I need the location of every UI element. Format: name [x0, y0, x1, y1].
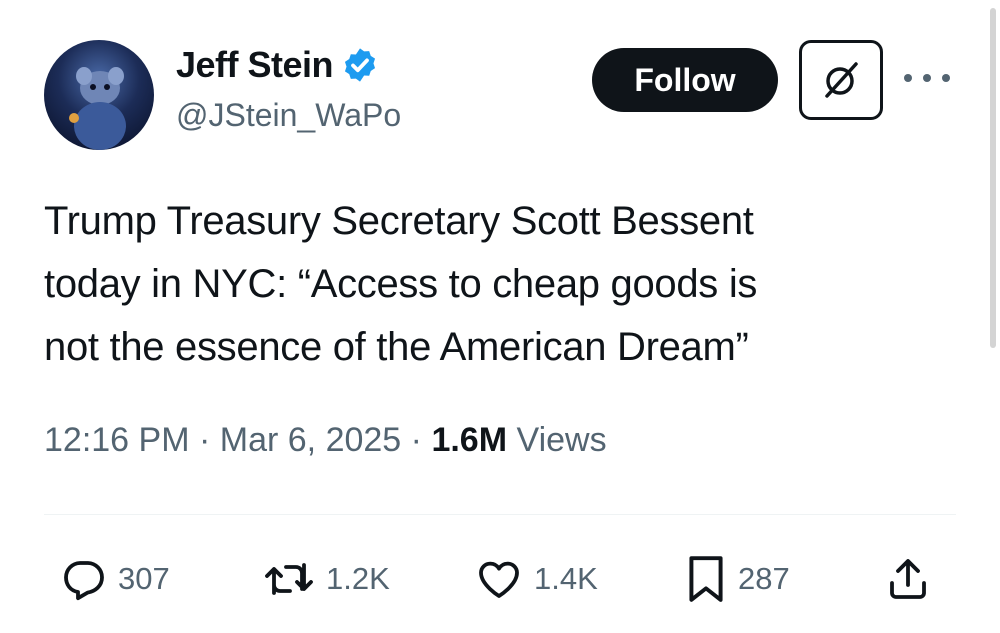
- tweet-line: not the essence of the American Dream”: [44, 325, 749, 369]
- more-dots-icon: [923, 74, 931, 82]
- author-handle[interactable]: @JStein_WaPo: [176, 97, 401, 134]
- views-count: 1.6M: [431, 421, 508, 459]
- more-dots-icon: [942, 74, 950, 82]
- reply-count: 307: [118, 561, 170, 596]
- tweet-line: Trump Treasury Secretary Scott Bessent: [44, 199, 754, 243]
- meta-separator: ·: [198, 421, 211, 459]
- verified-badge-icon[interactable]: [341, 46, 379, 84]
- bookmark-count: 287: [738, 561, 790, 596]
- repost-icon: [265, 563, 313, 595]
- tweet-date[interactable]: Mar 6, 2025: [220, 421, 401, 459]
- grok-button[interactable]: [799, 40, 883, 120]
- meta-separator: ·: [410, 421, 422, 459]
- bookmark-button[interactable]: 287: [684, 555, 790, 603]
- repost-button[interactable]: 1.2K: [262, 555, 390, 603]
- reply-button[interactable]: 307: [60, 555, 170, 603]
- avatar-image: [69, 67, 126, 150]
- repost-count: 1.2K: [326, 561, 390, 596]
- more-dots-icon: [904, 74, 912, 82]
- heart-icon: [479, 561, 519, 598]
- like-count: 1.4K: [534, 561, 598, 596]
- tweet-text: Trump Treasury Secretary Scott Bessent t…: [44, 190, 944, 379]
- tweet-meta: 12:16 PM · Mar 6, 2025 · 1.6M Views: [44, 421, 607, 460]
- divider: [44, 514, 956, 515]
- bookmark-icon: [689, 556, 723, 602]
- tweet-time[interactable]: 12:16 PM: [44, 421, 190, 459]
- tweet-line: today in NYC: “Access to cheap goods is: [44, 262, 758, 306]
- like-button[interactable]: 1.4K: [474, 555, 598, 603]
- share-button[interactable]: [884, 555, 932, 603]
- avatar[interactable]: [44, 40, 154, 150]
- more-options-button[interactable]: [904, 66, 950, 90]
- display-name[interactable]: Jeff Stein: [176, 44, 334, 86]
- views-label: Views: [516, 421, 607, 459]
- follow-button[interactable]: Follow: [592, 48, 778, 112]
- author-name-row: Jeff Stein: [176, 44, 379, 86]
- share-icon: [890, 559, 926, 599]
- grok-icon: [825, 62, 858, 98]
- reply-icon: [64, 561, 104, 601]
- scrollbar[interactable]: [990, 8, 996, 348]
